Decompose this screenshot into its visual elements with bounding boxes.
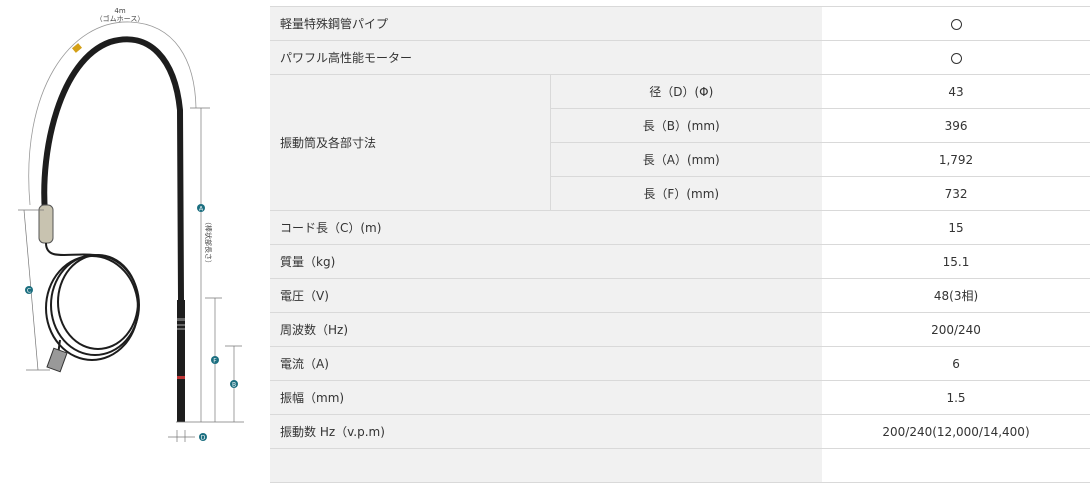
table-row: パワフル高性能モーター: [270, 40, 1090, 75]
row-value: 732: [822, 176, 1090, 211]
row-label: 電圧（V): [270, 278, 823, 313]
spec-table: 軽量特殊鋼管パイプ パワフル高性能モーター 振動筒及各部寸法 径（D）(Φ) 4…: [270, 6, 1090, 483]
row-value: [822, 40, 1090, 75]
table-row: コード長（C）(m) 15: [270, 210, 1090, 245]
table-row: 質量（kg) 15.1: [270, 244, 1090, 279]
row-label: 振動数 Hz（v.p.m): [270, 414, 823, 449]
group-label: 振動筒及各部寸法: [270, 74, 550, 211]
circle-mark-icon: [950, 18, 962, 30]
row-value: 1.5: [822, 380, 1090, 415]
row-value: 15: [822, 210, 1090, 245]
row-label: 周波数（Hz): [270, 312, 823, 347]
row-value: 43: [822, 74, 1090, 109]
row-label: パワフル高性能モーター: [270, 40, 823, 75]
row-label: 軽量特殊鋼管パイプ: [270, 6, 823, 41]
dim-c-letter: C: [27, 288, 31, 295]
row-value: [822, 6, 1090, 41]
table-row: 周波数（Hz) 200/240: [270, 312, 1090, 347]
table-row: 電圧（V) 48(3相): [270, 278, 1090, 313]
dim-d-letter: D: [201, 435, 206, 442]
rod-note-label: （棒状部長さ）: [204, 218, 213, 267]
row-value: 396: [822, 108, 1090, 143]
plug: [46, 347, 68, 373]
row-value: 200/240: [822, 312, 1090, 347]
row-label: 振幅（mm): [270, 380, 823, 415]
handle: [38, 204, 54, 244]
dim-f-letter: F: [213, 358, 217, 365]
table-row: 軽量特殊鋼管パイプ: [270, 6, 1090, 41]
row-value: 1,792: [822, 142, 1090, 177]
hose-length-label: 4m: [114, 7, 125, 15]
sub-label: 径（D）(Φ): [549, 74, 823, 109]
product-diagram: 4m （ゴムホース） C A （棒状部長さ） F B D: [18, 7, 244, 442]
hose-note-label: （ゴムホース）: [96, 14, 145, 23]
row-value: 48(3相): [822, 278, 1090, 313]
power-cord: [45, 242, 140, 361]
table-row: 振動数 Hz（v.p.m) 200/240(12,000/14,400): [270, 414, 1090, 449]
row-label: 電流（A): [270, 346, 823, 381]
sub-label: 長（B）(mm): [549, 108, 823, 143]
row-label: コード長（C）(m): [270, 210, 823, 245]
row-value: 200/240(12,000/14,400): [822, 414, 1090, 449]
table-row: 電流（A) 6: [270, 346, 1090, 381]
row-label: 質量（kg): [270, 244, 823, 279]
row-value: 6: [822, 346, 1090, 381]
sub-label: 長（A）(mm): [549, 142, 823, 177]
table-row: 振動筒及各部寸法 径（D）(Φ) 43: [270, 74, 1090, 211]
circle-mark-icon: [950, 52, 962, 64]
sub-label: 長（F）(mm): [549, 176, 823, 211]
table-row: 振幅（mm) 1.5: [270, 380, 1090, 415]
dim-b-letter: B: [232, 382, 236, 389]
row-value: 15.1: [822, 244, 1090, 279]
